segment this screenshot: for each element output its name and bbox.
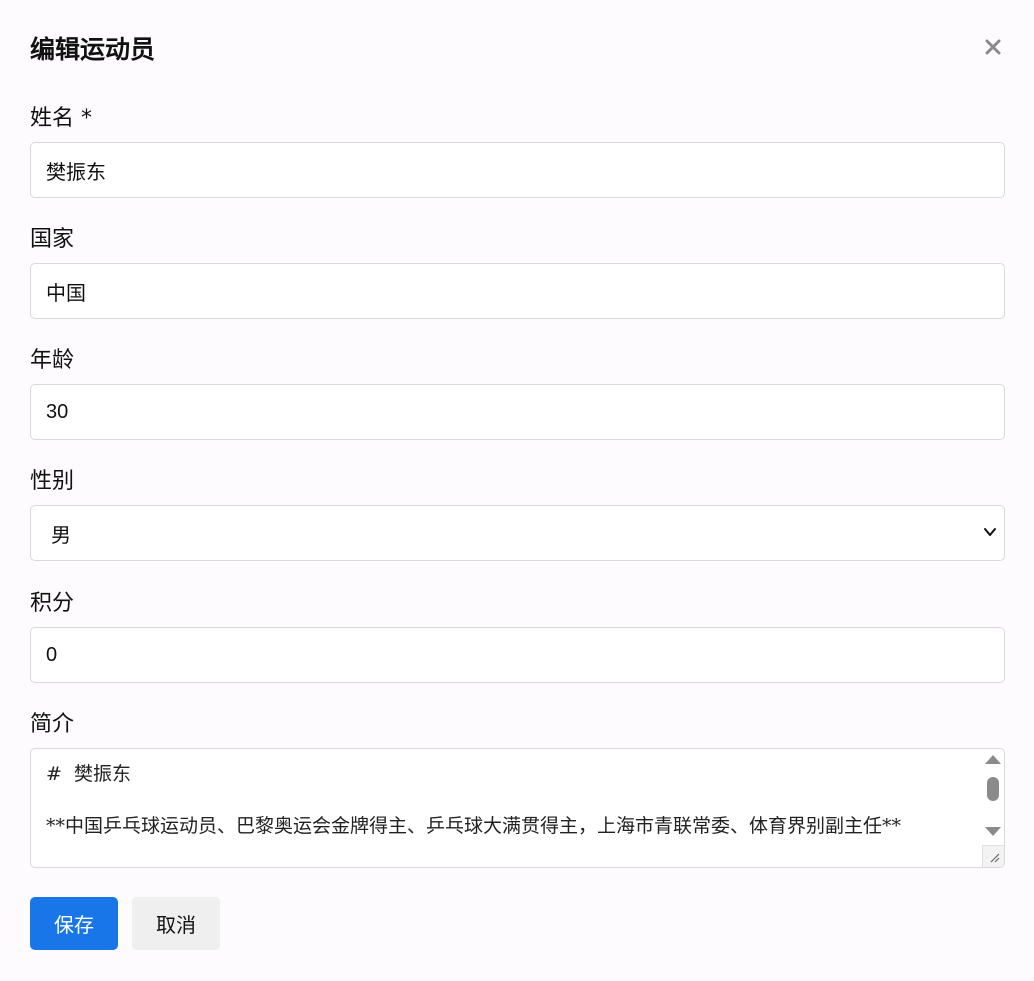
edit-athlete-dialog: 编辑运动员 姓名 * 樊振东 国家 中国 年龄 30 性别 男 积分 0 简介 … [0, 0, 1034, 981]
name-label: 姓名 * [30, 106, 92, 131]
age-input-value: 30 [46, 400, 69, 423]
dialog-title: 编辑运动员 [30, 35, 156, 64]
resize-handle[interactable] [982, 845, 1004, 867]
bio-label: 简介 [30, 712, 75, 737]
close-button[interactable] [982, 36, 1004, 58]
scroll-down-arrow-icon[interactable] [985, 827, 1001, 836]
name-input-value: 樊振东 [46, 161, 106, 184]
country-input-value: 中国 [46, 282, 86, 305]
cancel-button[interactable]: 取消 [132, 897, 220, 950]
country-input[interactable]: 中国 [30, 263, 1005, 319]
bio-textarea[interactable]: # 樊振东 **中国乒乓球运动员、巴黎奥运会金牌得主、乒乓球大满贯得主，上海市青… [30, 748, 1005, 868]
country-label: 国家 [30, 227, 75, 252]
points-input-value: 0 [46, 643, 58, 666]
save-button[interactable]: 保存 [30, 897, 118, 950]
scroll-up-arrow-icon[interactable] [985, 755, 1001, 764]
age-label: 年龄 [30, 348, 75, 373]
points-label: 积分 [30, 591, 75, 616]
gender-select[interactable]: 男 [30, 505, 1005, 561]
age-input[interactable]: 30 [30, 384, 1005, 440]
gender-select-value: 男 [51, 524, 71, 547]
close-icon [985, 39, 1001, 55]
chevron-down-icon [984, 528, 996, 536]
points-input[interactable]: 0 [30, 627, 1005, 683]
resize-grip-icon [990, 853, 1000, 863]
bio-textarea-value: # 樊振东 **中国乒乓球运动员、巴黎奥运会金牌得主、乒乓球大满贯得主，上海市青… [46, 763, 902, 837]
name-input[interactable]: 樊振东 [30, 142, 1005, 198]
scroll-thumb[interactable] [987, 777, 999, 801]
gender-label: 性别 [30, 469, 75, 494]
